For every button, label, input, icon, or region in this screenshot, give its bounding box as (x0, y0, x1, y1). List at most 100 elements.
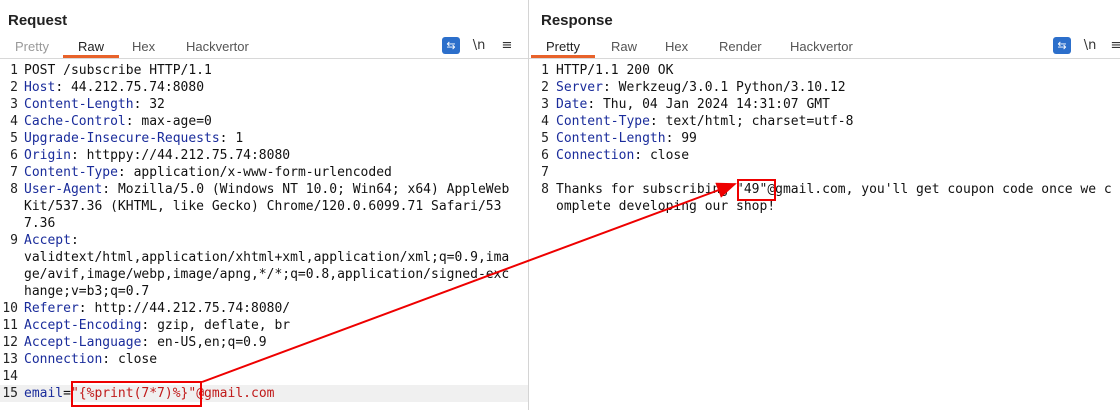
header-name: Content-Length (24, 97, 134, 112)
response-tab-hex[interactable]: Hex (650, 38, 703, 58)
header-value: gzip, deflate, br (157, 318, 291, 333)
header-name: Date (556, 97, 588, 112)
header-name: Content-Length (556, 131, 666, 146)
response-line[interactable]: 8 Thanks for subscribing "49"@gmail.com, … (529, 181, 1120, 215)
request-line[interactable]: 10 Referer: http://44.212.75.74:8080/ (0, 300, 528, 317)
line-number: 10 (2, 301, 18, 316)
response-line[interactable]: 6 Connection: close (529, 147, 1120, 164)
request-line[interactable]: 14 (0, 368, 528, 385)
line-number: 4 (10, 114, 18, 129)
separator: : (587, 97, 603, 112)
line-number: 7 (10, 165, 18, 180)
line-content: Accept: validtext/html,application/xhtml… (24, 232, 512, 300)
request-line[interactable]: 13 Connection: close (0, 351, 528, 368)
separator: : (634, 148, 650, 163)
line-content: Accept-Language: en-US,en;q=0.9 (24, 334, 512, 351)
line-number: 12 (2, 335, 18, 350)
response-line[interactable]: 7 (529, 164, 1120, 181)
request-line[interactable]: 6 Origin: httppy://44.212.75.74:8080 (0, 147, 528, 164)
response-line[interactable]: 4 Content-Type: text/html; charset=utf-8 (529, 113, 1120, 130)
response-tab-render[interactable]: Render (704, 38, 777, 58)
line-number: 6 (10, 148, 18, 163)
separator: : (102, 182, 118, 197)
line-number: 14 (2, 369, 18, 384)
line-content: Host: 44.212.75.74:8080 (24, 79, 512, 96)
response-editor[interactable]: 1 HTTP/1.1 200 OK 2 Server: Werkzeug/3.0.1 … (529, 62, 1120, 215)
ssti-payload: "{%print(7*7)%}" (70, 386, 197, 401)
line-number: 13 (2, 352, 18, 367)
line-number: 3 (10, 97, 18, 112)
response-tab-pretty[interactable]: Pretty (531, 38, 595, 58)
header-name: Upgrade-Insecure-Requests (24, 131, 220, 146)
line-content: email="{%print(7*7)%}"@gmail.com (24, 385, 512, 402)
request-wrap-toggle-icon[interactable]: ⇆ (442, 37, 460, 54)
line-number: 8 (10, 182, 18, 197)
header-name: Cache-Control (24, 114, 126, 129)
line-number: 1 (541, 63, 549, 78)
header-name: Connection (556, 148, 635, 163)
request-newline-toggle[interactable]: \n (470, 37, 488, 54)
response-tab-hackvertor[interactable]: Hackvertor (775, 38, 868, 58)
line-number: 9 (10, 233, 18, 248)
request-tab-hackvertor[interactable]: Hackvertor (171, 38, 264, 58)
line-content: HTTP/1.1 200 OK (556, 62, 1116, 79)
line-content: Connection: close (24, 351, 512, 368)
line-number: 4 (541, 114, 549, 129)
line-number: 2 (541, 80, 549, 95)
response-newline-toggle[interactable]: \n (1081, 37, 1099, 54)
request-line[interactable]: 9 Accept: validtext/html,application/xhtm… (0, 232, 528, 300)
header-value: application/x-www-form-urlencoded (133, 165, 392, 180)
line-content: Connection: close (556, 147, 1116, 164)
request-tab-raw[interactable]: Raw (63, 38, 120, 58)
line-content: Content-Type: text/html; charset=utf-8 (556, 113, 1116, 130)
line-content (24, 368, 512, 385)
request-line[interactable]: 5 Upgrade-Insecure-Requests: 1 (0, 130, 528, 147)
request-tab-pretty[interactable]: Pretty (0, 38, 64, 58)
request-menu-icon[interactable]: ≡ (498, 37, 516, 54)
header-name: Content-Type (556, 114, 650, 129)
response-line[interactable]: 1 HTTP/1.1 200 OK (529, 62, 1120, 79)
request-line[interactable]: 11 Accept-Encoding: gzip, deflate, br (0, 317, 528, 334)
response-line[interactable]: 3 Date: Thu, 04 Jan 2024 14:31:07 GMT (529, 96, 1120, 113)
line-content: Server: Werkzeug/3.0.1 Python/3.10.12 (556, 79, 1116, 96)
response-pane: Response Pretty Raw Hex Render Hackverto… (529, 0, 1120, 410)
header-name: Content-Type (24, 165, 118, 180)
header-name: Server (556, 80, 603, 95)
header-value: httppy://44.212.75.74:8080 (86, 148, 291, 163)
header-value: 32 (149, 97, 165, 112)
response-tab-raw[interactable]: Raw (596, 38, 652, 58)
line-number: 15 (2, 386, 18, 401)
response-menu-icon[interactable]: ≡ (1107, 37, 1120, 54)
response-line[interactable]: 5 Content-Length: 99 (529, 130, 1120, 147)
separator: : (649, 114, 666, 129)
line-content (556, 164, 1116, 181)
separator: : (219, 131, 236, 146)
request-line[interactable]: 1 POST /subscribe HTTP/1.1 (0, 62, 528, 79)
request-title: Request (8, 12, 68, 29)
value-suffix: @gmail.com (196, 386, 275, 401)
request-line[interactable]: 2 Host: 44.212.75.74:8080 (0, 79, 528, 96)
line-number: 2 (10, 80, 18, 95)
request-line[interactable]: 4 Cache-Control: max-age=0 (0, 113, 528, 130)
separator: : (55, 80, 71, 95)
request-line[interactable]: 7 Content-Type: application/x-www-form-ur… (0, 164, 528, 181)
line-number: 6 (541, 148, 549, 163)
response-line[interactable]: 2 Server: Werkzeug/3.0.1 Python/3.10.12 (529, 79, 1120, 96)
request-line[interactable]: 15 email="{%print(7*7)%}"@gmail.com (0, 385, 528, 402)
line-content: User-Agent: Mozilla/5.0 (Windows NT 10.0… (24, 181, 512, 232)
request-tab-hex[interactable]: Hex (117, 38, 170, 58)
request-line[interactable]: 12 Accept-Language: en-US,en;q=0.9 (0, 334, 528, 351)
line-number: 11 (2, 318, 18, 333)
line-content: Content-Length: 99 (556, 130, 1116, 147)
response-wrap-toggle-icon[interactable]: ⇆ (1053, 37, 1071, 54)
line-number: 5 (10, 131, 18, 146)
separator: : (70, 233, 79, 248)
line-number: 7 (541, 165, 549, 180)
request-line[interactable]: 3 Content-Length: 32 (0, 96, 528, 113)
header-value: Thu, 04 Jan 2024 14:31:07 GMT (602, 97, 830, 112)
request-editor[interactable]: 1 POST /subscribe HTTP/1.1 2 Host: 44.212.7… (0, 62, 528, 402)
header-value: 44.212.75.74:8080 (70, 80, 205, 95)
request-line[interactable]: 8 User-Agent: Mozilla/5.0 (Windows NT 10.… (0, 181, 528, 232)
line-number: 3 (541, 97, 549, 112)
line-content: Cache-Control: max-age=0 (24, 113, 512, 130)
